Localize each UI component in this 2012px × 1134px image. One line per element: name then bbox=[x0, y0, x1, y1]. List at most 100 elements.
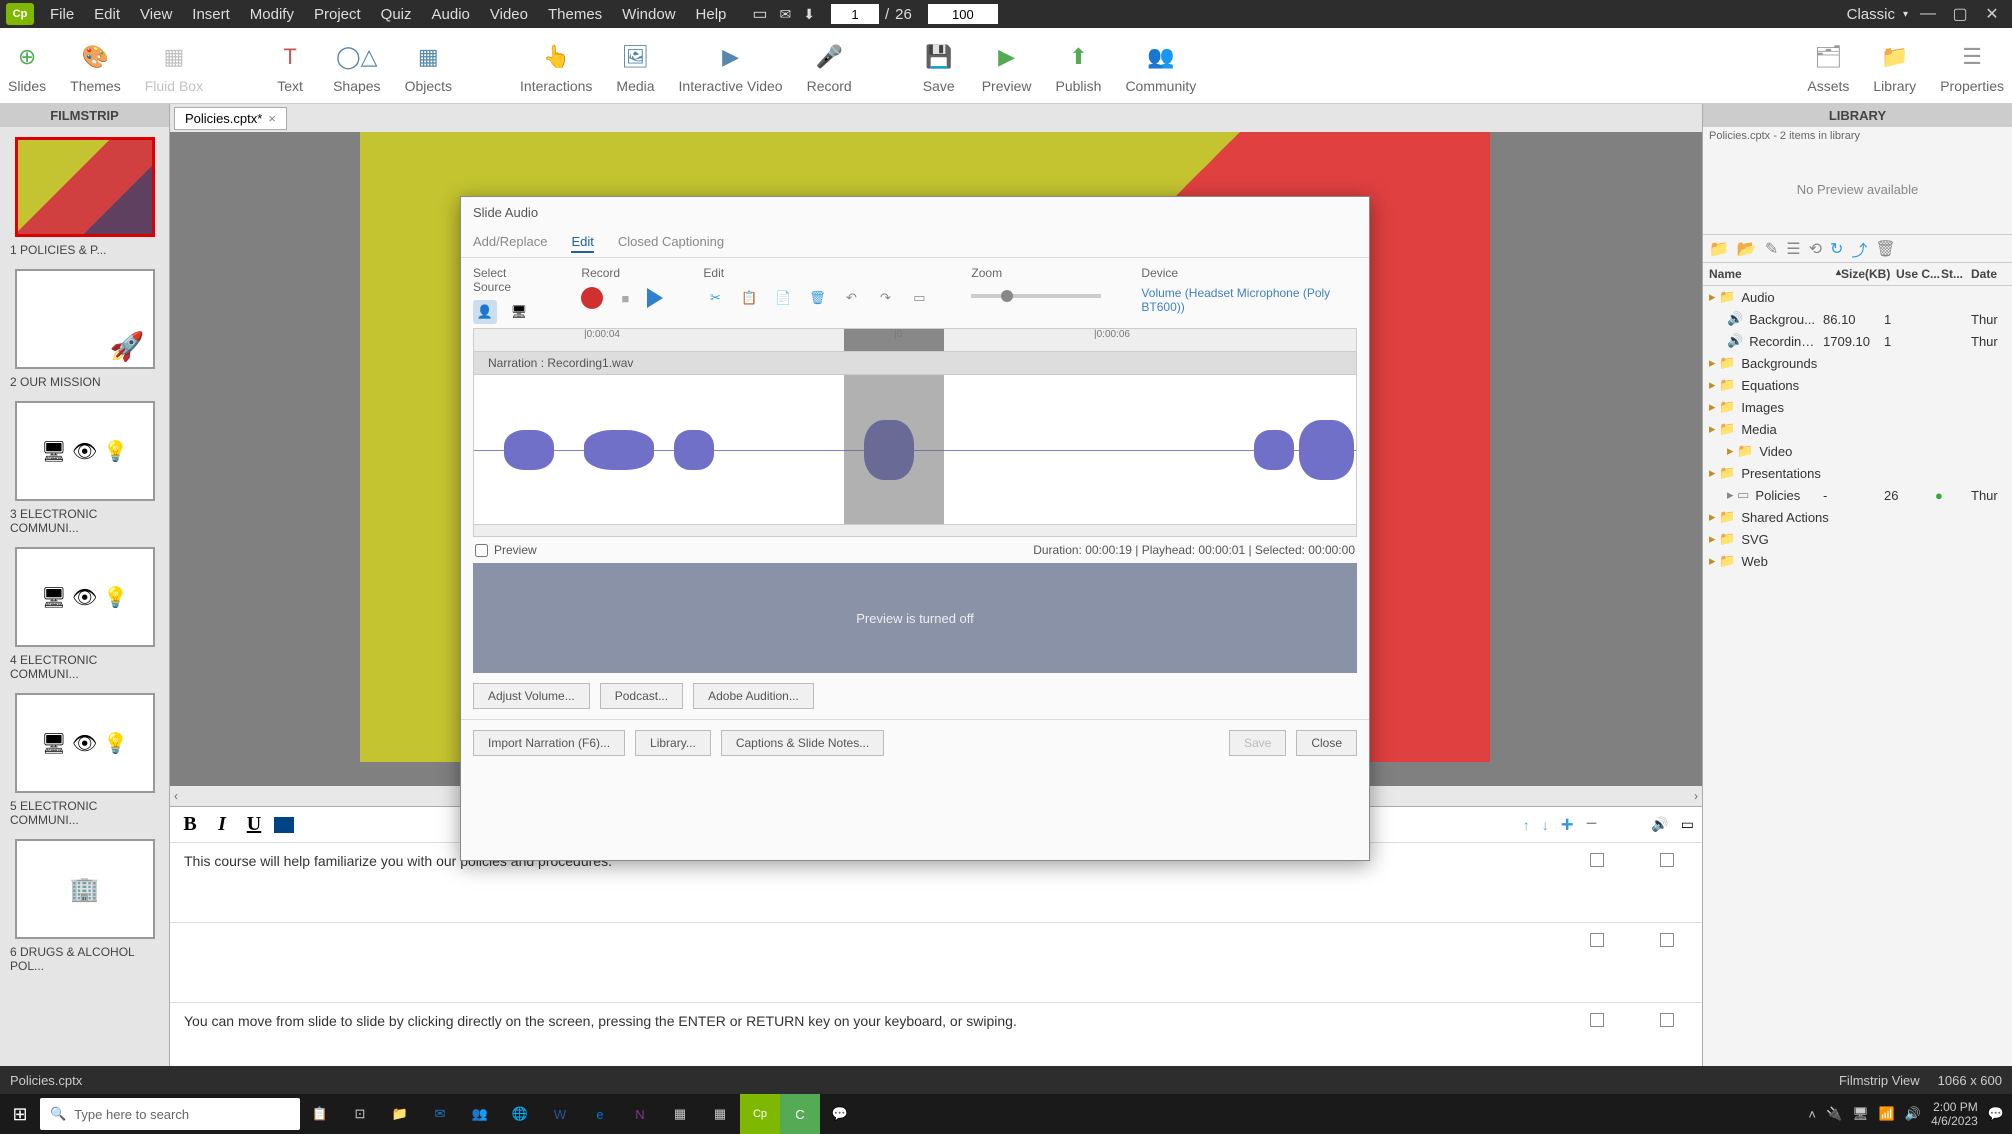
lib-edit-icon[interactable]: ✎ bbox=[1765, 239, 1778, 259]
zoom-slider[interactable] bbox=[971, 294, 1101, 298]
menu-audio[interactable]: Audio bbox=[422, 6, 480, 23]
menu-edit[interactable]: Edit bbox=[84, 6, 130, 23]
mail-icon[interactable]: ✉ bbox=[780, 6, 792, 23]
minimize-icon[interactable]: — bbox=[1916, 4, 1940, 24]
ribbon-text[interactable]: TText bbox=[271, 38, 309, 94]
library-item[interactable]: ▸ 📁Equations bbox=[1703, 374, 2012, 396]
slide-thumb-5[interactable]: 🖥 👁 💡 bbox=[15, 693, 155, 793]
tb-taskview-icon[interactable]: ⊡ bbox=[340, 1094, 380, 1134]
library-item[interactable]: 🔊Recording...1709.101Thur bbox=[1703, 330, 2012, 352]
library-item[interactable]: 🔊Backgrou...86.101Thur bbox=[1703, 308, 2012, 330]
library-item[interactable]: ▸ 📁Media bbox=[1703, 418, 2012, 440]
lib-open-icon[interactable]: 📂 bbox=[1737, 239, 1757, 259]
library-item[interactable]: ▸ 📁Web bbox=[1703, 550, 2012, 572]
slide-thumb-1[interactable] bbox=[15, 137, 155, 237]
slide-note-text[interactable]: You can move from slide to slide by clic… bbox=[170, 1003, 1562, 1066]
note-checkbox[interactable] bbox=[1590, 1013, 1604, 1027]
record-button-icon[interactable] bbox=[581, 287, 603, 309]
copy-icon[interactable]: 📋 bbox=[737, 286, 761, 310]
tb-cortana-icon[interactable]: 📋 bbox=[300, 1094, 340, 1134]
tb-browser-icon[interactable]: 🌐 bbox=[500, 1094, 540, 1134]
lib-delete-icon[interactable]: 🗑 bbox=[1875, 239, 1895, 259]
slide-note-text[interactable] bbox=[170, 923, 1562, 1002]
tray-network-icon[interactable]: 🖥 bbox=[1852, 1106, 1869, 1122]
save-button[interactable]: Save bbox=[1229, 730, 1286, 756]
bold-button[interactable]: B bbox=[178, 813, 202, 836]
page-current-input[interactable] bbox=[831, 4, 879, 24]
menu-file[interactable]: File bbox=[40, 6, 84, 23]
adobe-audition-button[interactable]: Adobe Audition... bbox=[693, 683, 814, 709]
tb-app3-icon[interactable]: 💬 bbox=[820, 1094, 860, 1134]
library-item[interactable]: ▸ 📁Video bbox=[1703, 440, 2012, 462]
tray-notifications-icon[interactable]: 💬 bbox=[1988, 1106, 2004, 1122]
download-icon[interactable]: ⬇ bbox=[803, 6, 815, 23]
menu-view[interactable]: View bbox=[130, 6, 182, 23]
cut-icon[interactable]: ✂ bbox=[703, 286, 727, 310]
menu-quiz[interactable]: Quiz bbox=[371, 6, 422, 23]
captions-notes-button[interactable]: Captions & Slide Notes... bbox=[721, 730, 884, 756]
zoom-input[interactable] bbox=[928, 4, 998, 24]
ribbon-preview[interactable]: ▶Preview bbox=[982, 38, 1032, 94]
tb-app1-icon[interactable]: ▦ bbox=[660, 1094, 700, 1134]
dialog-tab-cc[interactable]: Closed Captioning bbox=[618, 232, 724, 253]
lib-folder-icon[interactable]: 📁 bbox=[1709, 239, 1729, 259]
ribbon-interactive-video[interactable]: ▶Interactive Video bbox=[679, 38, 783, 94]
italic-button[interactable]: I bbox=[210, 813, 234, 836]
menu-help[interactable]: Help bbox=[686, 6, 737, 23]
underline-button[interactable]: U bbox=[242, 813, 266, 836]
lib-usage-icon[interactable]: ⟲ bbox=[1809, 239, 1822, 259]
dialog-tab-add-replace[interactable]: Add/Replace bbox=[473, 232, 547, 253]
dialog-tab-edit[interactable]: Edit bbox=[571, 232, 593, 253]
waveform-editor[interactable] bbox=[473, 375, 1357, 525]
tb-outlook-icon[interactable]: ✉ bbox=[420, 1094, 460, 1134]
taskbar-clock[interactable]: 2:00 PM4/6/2023 bbox=[1931, 1100, 1978, 1128]
menu-window[interactable]: Window bbox=[612, 6, 685, 23]
maximize-icon[interactable]: ▢ bbox=[1948, 4, 1972, 24]
podcast-button[interactable]: Podcast... bbox=[600, 683, 683, 709]
note-checkbox[interactable] bbox=[1660, 853, 1674, 867]
tb-explorer-icon[interactable]: 📁 bbox=[380, 1094, 420, 1134]
library-item[interactable]: ▸ 📁Backgrounds bbox=[1703, 352, 2012, 374]
source-system-icon[interactable]: 🖥 bbox=[507, 300, 531, 324]
document-tab[interactable]: Policies.cptx*× bbox=[174, 107, 287, 130]
adjust-volume-button[interactable]: Adjust Volume... bbox=[473, 683, 590, 709]
undo-icon[interactable]: ↶ bbox=[839, 286, 863, 310]
device-link[interactable]: Volume (Headset Microphone (Poly BT600)) bbox=[1141, 286, 1357, 314]
library-item[interactable]: ▸ 📁Audio bbox=[1703, 286, 2012, 308]
workspace-selector[interactable]: Classic bbox=[1847, 6, 1895, 23]
tb-edge-icon[interactable]: e bbox=[580, 1094, 620, 1134]
menu-themes[interactable]: Themes bbox=[538, 6, 612, 23]
slide-thumb-4[interactable]: 🖥 👁 💡 bbox=[15, 547, 155, 647]
note-checkbox[interactable] bbox=[1590, 933, 1604, 947]
library-button[interactable]: Library... bbox=[635, 730, 711, 756]
ribbon-interactions[interactable]: 👆Interactions bbox=[520, 38, 592, 94]
note-checkbox[interactable] bbox=[1660, 1013, 1674, 1027]
ribbon-properties[interactable]: ☰Properties bbox=[1940, 38, 2004, 94]
tray-wifi-icon[interactable]: 📶 bbox=[1879, 1106, 1895, 1122]
play-icon[interactable] bbox=[647, 288, 663, 308]
preview-checkbox[interactable]: Preview bbox=[475, 543, 537, 557]
tb-word-icon[interactable]: W bbox=[540, 1094, 580, 1134]
lib-update-icon[interactable]: ↻ bbox=[1830, 239, 1843, 259]
slide-thumb-3[interactable]: 🖥 👁 💡 bbox=[15, 401, 155, 501]
move-down-icon[interactable]: ↓ bbox=[1542, 817, 1549, 833]
audio-timeline-ruler[interactable]: |0:00:04 |0 |0:00:06 bbox=[473, 328, 1357, 352]
delete-icon[interactable]: 🗑 bbox=[805, 286, 829, 310]
cc-indicator-icon[interactable]: ▭ bbox=[1681, 816, 1694, 833]
redo-icon[interactable]: ↷ bbox=[873, 286, 897, 310]
tb-onenote-icon[interactable]: N bbox=[620, 1094, 660, 1134]
library-item[interactable]: ▸ 📁SVG bbox=[1703, 528, 2012, 550]
tray-chevron-icon[interactable]: ˄ bbox=[1808, 1107, 1816, 1122]
import-narration-button[interactable]: Import Narration (F6)... bbox=[473, 730, 625, 756]
lib-select-unused-icon[interactable]: ⤴ bbox=[1851, 237, 1867, 261]
paste-icon[interactable]: 📄 bbox=[771, 286, 795, 310]
waveform-scrollbar[interactable] bbox=[473, 525, 1357, 537]
color-swatch[interactable] bbox=[274, 817, 294, 833]
menu-video[interactable]: Video bbox=[480, 6, 538, 23]
library-item[interactable]: ▸ 📁Images bbox=[1703, 396, 2012, 418]
source-mic-icon[interactable]: 👤 bbox=[473, 300, 497, 324]
tb-camtasia-icon[interactable]: C bbox=[780, 1094, 820, 1134]
menu-insert[interactable]: Insert bbox=[182, 6, 240, 23]
tab-close-icon[interactable]: × bbox=[268, 111, 276, 126]
audio-indicator-icon[interactable]: 🔊 bbox=[1651, 816, 1668, 833]
